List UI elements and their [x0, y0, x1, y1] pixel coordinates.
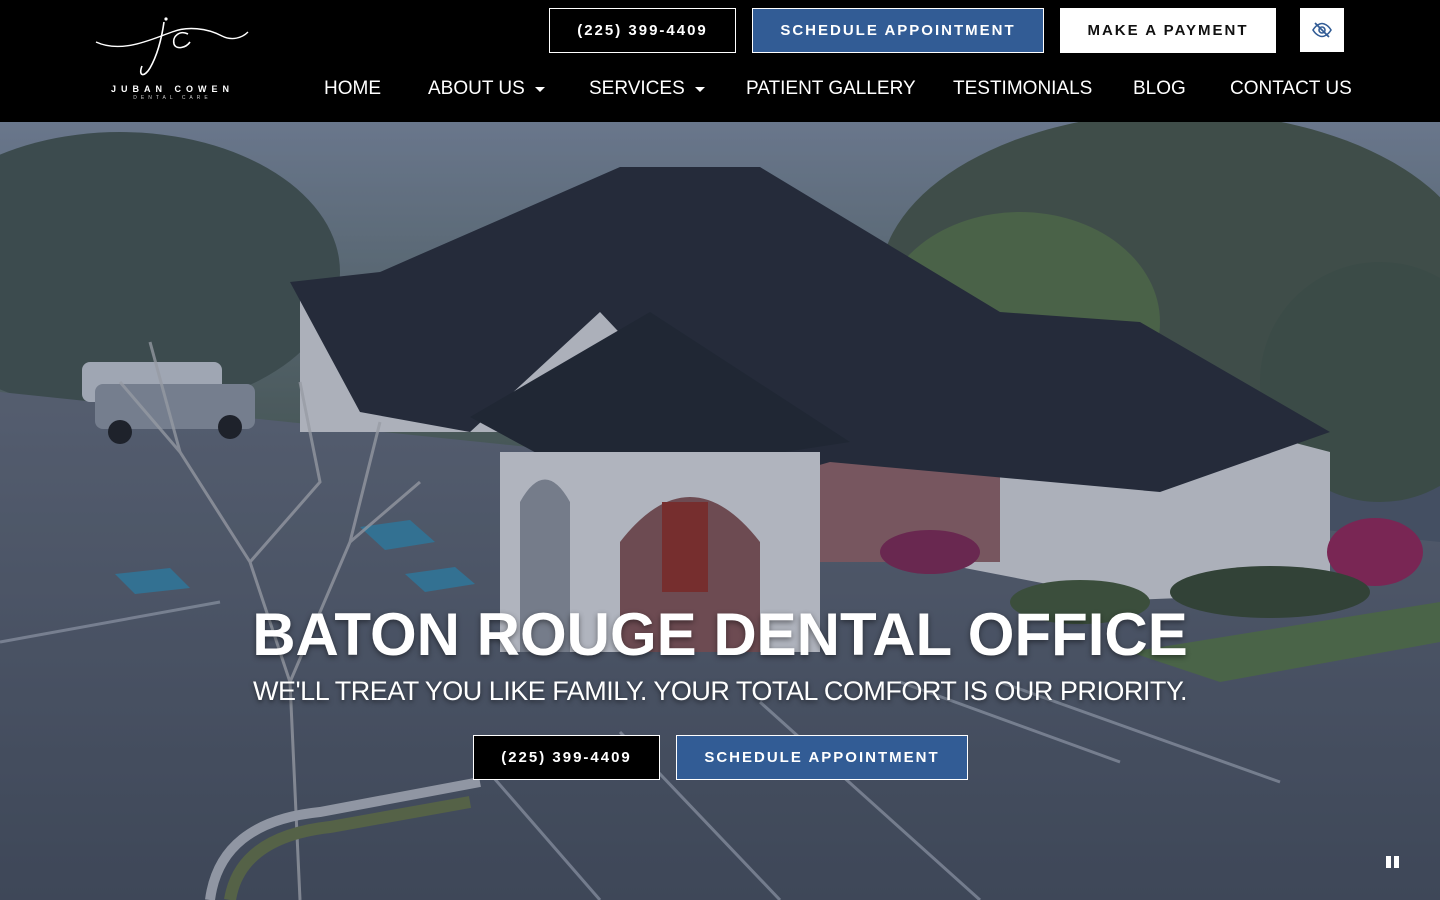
monogram-icon: [95, 17, 249, 76]
pause-icon[interactable]: [1384, 854, 1402, 870]
hero-title: BATON ROUGE DENTAL OFFICE: [252, 601, 1188, 668]
main-nav: HOME ABOUT US SERVICES PATIENT GALLERY T…: [0, 78, 1440, 102]
nav-services[interactable]: SERVICES: [589, 78, 705, 100]
hero-section: BATON ROUGE DENTAL OFFICE WE'LL TREAT YO…: [0, 122, 1440, 900]
site-header: JUBAN COWEN DENTAL CARE (225) 399-4409 S…: [0, 0, 1440, 122]
eye-slash-icon: [1312, 22, 1332, 38]
caret-down-icon: [694, 86, 705, 92]
header-schedule-button[interactable]: SCHEDULE APPOINTMENT: [752, 8, 1044, 53]
nav-label: SERVICES: [589, 78, 685, 99]
nav-label: ABOUT US: [428, 78, 525, 99]
nav-label: CONTACT US: [1230, 78, 1352, 99]
caret-down-icon: [534, 86, 545, 92]
hero-overlay: [0, 122, 1440, 900]
nav-about-us[interactable]: ABOUT US: [428, 78, 545, 100]
nav-label: TESTIMONIALS: [953, 78, 1093, 99]
nav-home[interactable]: HOME: [324, 78, 381, 100]
nav-label: HOME: [324, 78, 381, 99]
make-payment-button[interactable]: MAKE A PAYMENT: [1060, 8, 1276, 53]
nav-patient-gallery[interactable]: PATIENT GALLERY: [746, 78, 916, 100]
hero-schedule-button[interactable]: SCHEDULE APPOINTMENT: [676, 735, 968, 780]
nav-testimonials[interactable]: TESTIMONIALS: [953, 78, 1092, 100]
hero-subtitle: WE'LL TREAT YOU LIKE FAMILY. YOUR TOTAL …: [253, 676, 1187, 706]
nav-blog[interactable]: BLOG: [1133, 78, 1186, 100]
nav-label: BLOG: [1133, 78, 1186, 99]
nav-contact-us[interactable]: CONTACT US: [1230, 78, 1352, 100]
accessibility-toggle-button[interactable]: [1300, 8, 1344, 52]
hero-phone-button[interactable]: (225) 399-4409: [473, 735, 660, 780]
nav-label: PATIENT GALLERY: [746, 78, 916, 99]
header-phone-button[interactable]: (225) 399-4409: [549, 8, 736, 53]
